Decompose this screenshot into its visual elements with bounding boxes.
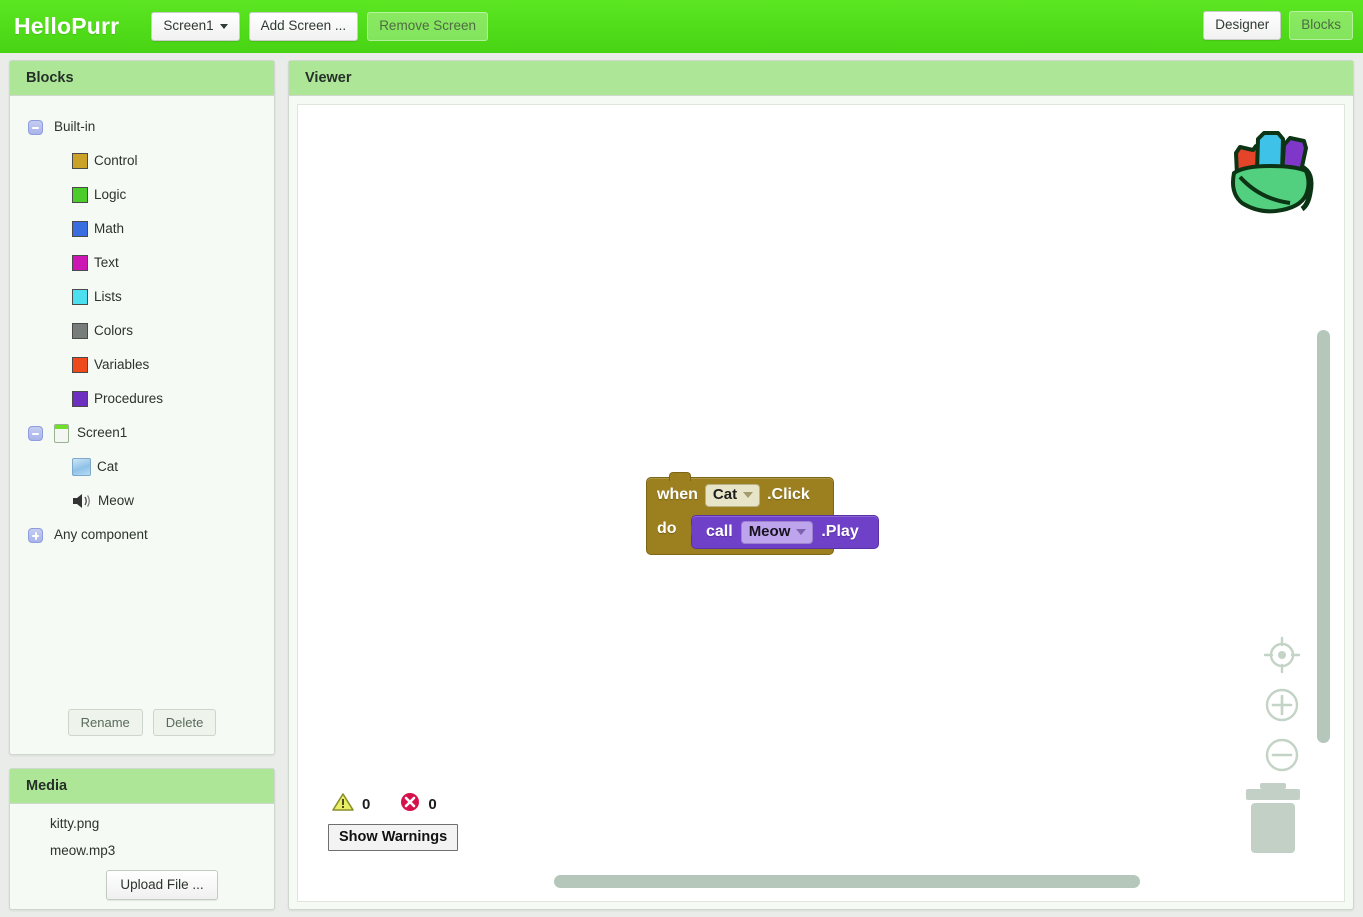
top-toolbar: HelloPurr Screen1 Add Screen ... Remove … bbox=[0, 0, 1363, 53]
list-item[interactable]: meow.mp3 bbox=[50, 843, 274, 858]
tree-item-label: Text bbox=[94, 255, 119, 271]
warning-count: 0 bbox=[362, 795, 371, 813]
viewer-panel-title: Viewer bbox=[289, 61, 1353, 96]
tree-item-screen1[interactable]: Screen1 bbox=[10, 416, 274, 450]
screen-controls: Screen1 Add Screen ... Remove Screen bbox=[151, 12, 488, 41]
control-swatch-icon bbox=[72, 153, 88, 169]
warning-triangle-icon bbox=[332, 792, 354, 817]
error-count: 0 bbox=[428, 795, 437, 813]
tree-item-meow[interactable]: Meow bbox=[10, 484, 274, 518]
delete-button[interactable]: Delete bbox=[152, 709, 217, 736]
do-label: do bbox=[657, 520, 677, 537]
call-meow-play-block[interactable]: call Meow .Play bbox=[691, 515, 879, 549]
method-name: .Play bbox=[821, 523, 859, 540]
screen-selector-label: Screen1 bbox=[163, 18, 214, 34]
blocks-button[interactable]: Blocks bbox=[1289, 11, 1353, 40]
tree-item-colors[interactable]: Colors bbox=[10, 314, 274, 348]
text-swatch-icon bbox=[72, 255, 88, 271]
lists-swatch-icon bbox=[72, 289, 88, 305]
upload-file-button[interactable]: Upload File ... bbox=[106, 870, 218, 900]
media-panel-title: Media bbox=[10, 769, 274, 804]
component-dropdown-label: Meow bbox=[748, 523, 791, 540]
tree-item-label: Meow bbox=[98, 493, 135, 509]
warning-indicator: 0 bbox=[332, 792, 370, 817]
call-keyword: call bbox=[706, 523, 733, 540]
tree-item-label: Screen1 bbox=[77, 425, 128, 441]
tree-item-text[interactable]: Text bbox=[10, 246, 274, 280]
tree-actions: Rename Delete bbox=[10, 709, 274, 736]
block-stack[interactable]: when Cat .Click do call Meow .Play bbox=[646, 472, 879, 555]
tree-item-label: Any component bbox=[54, 527, 148, 543]
collapse-icon[interactable] bbox=[28, 119, 43, 135]
tree-item-math[interactable]: Math bbox=[10, 212, 274, 246]
list-item[interactable]: kitty.png bbox=[50, 816, 274, 831]
procedures-swatch-icon bbox=[72, 391, 88, 407]
math-swatch-icon bbox=[72, 221, 88, 237]
when-block-header: when Cat .Click bbox=[647, 478, 833, 512]
mode-switch-group: Designer Blocks bbox=[1203, 11, 1353, 40]
remove-screen-button[interactable]: Remove Screen bbox=[367, 12, 488, 41]
tree-item-procedures[interactable]: Procedures bbox=[10, 382, 274, 416]
rename-button[interactable]: Rename bbox=[67, 709, 143, 736]
colors-swatch-icon bbox=[72, 323, 88, 339]
viewer-panel: Viewer when Cat .Click do call Meow .Pla… bbox=[288, 60, 1354, 910]
tree-item-label: Built-in bbox=[54, 119, 96, 135]
chevron-down-icon bbox=[219, 24, 228, 30]
component-dropdown-label: Cat bbox=[712, 486, 738, 503]
tree-item-label: Logic bbox=[94, 187, 127, 203]
tree-item-lists[interactable]: Lists bbox=[10, 280, 274, 314]
tree-item-label: Colors bbox=[94, 323, 134, 339]
tree-item-any-component[interactable]: Any component bbox=[10, 518, 274, 552]
tree-item-built-in[interactable]: Built-in bbox=[10, 110, 274, 144]
trash-icon[interactable] bbox=[1238, 779, 1308, 859]
expand-icon[interactable] bbox=[28, 527, 43, 543]
logic-swatch-icon bbox=[72, 187, 88, 203]
tree-item-label: Math bbox=[94, 221, 125, 237]
tree-item-label: Procedures bbox=[94, 391, 164, 407]
upload-button-wrap: Upload File ... bbox=[50, 870, 274, 900]
blocks-workspace-canvas[interactable]: when Cat .Click do call Meow .Play 0 0 S… bbox=[297, 104, 1345, 902]
tree-item-label: Control bbox=[94, 153, 138, 169]
media-file-list: kitty.png meow.mp3 Upload File ... bbox=[10, 804, 274, 900]
variables-swatch-icon bbox=[72, 357, 88, 373]
blocks-panel-title: Blocks bbox=[10, 61, 274, 96]
tree-item-label: Lists bbox=[94, 289, 122, 305]
zoom-out-icon[interactable] bbox=[1262, 735, 1302, 775]
image-component-icon bbox=[72, 458, 91, 476]
error-indicator: 0 bbox=[400, 792, 437, 817]
tree-item-cat[interactable]: Cat bbox=[10, 450, 274, 484]
sound-icon bbox=[72, 492, 92, 510]
warning-counts: 0 0 bbox=[328, 792, 458, 817]
collapse-icon[interactable] bbox=[28, 425, 43, 441]
add-screen-button[interactable]: Add Screen ... bbox=[248, 12, 359, 41]
vertical-scrollbar[interactable] bbox=[1317, 330, 1330, 743]
tree-item-logic[interactable]: Logic bbox=[10, 178, 274, 212]
screen-icon bbox=[54, 423, 69, 443]
blocks-panel: Blocks Built-in Control Logic Math Text … bbox=[9, 60, 275, 755]
horizontal-scrollbar[interactable] bbox=[554, 875, 1140, 888]
chevron-down-icon bbox=[743, 491, 754, 498]
error-circle-icon bbox=[400, 792, 420, 817]
show-warnings-button[interactable]: Show Warnings bbox=[328, 823, 459, 851]
component-dropdown[interactable]: Meow bbox=[740, 520, 814, 544]
tree-item-label: Variables bbox=[94, 357, 150, 373]
app-title: HelloPurr bbox=[14, 13, 120, 39]
tree-item-variables[interactable]: Variables bbox=[10, 348, 274, 382]
tree-item-label: Cat bbox=[97, 459, 119, 475]
media-panel: Media kitty.png meow.mp3 Upload File ... bbox=[9, 768, 275, 910]
warnings-area: 0 0 Show Warnings bbox=[328, 792, 459, 851]
chevron-down-icon bbox=[796, 528, 807, 535]
designer-button[interactable]: Designer bbox=[1203, 11, 1282, 40]
zoom-in-icon[interactable] bbox=[1262, 685, 1302, 725]
tree-item-control[interactable]: Control bbox=[10, 144, 274, 178]
zoom-controls bbox=[1262, 635, 1302, 775]
when-keyword: when bbox=[657, 486, 698, 503]
component-dropdown[interactable]: Cat bbox=[704, 483, 761, 507]
backpack-icon[interactable] bbox=[1220, 117, 1326, 223]
blocks-tree: Built-in Control Logic Math Text Lists C… bbox=[10, 96, 274, 552]
center-target-icon[interactable] bbox=[1262, 635, 1302, 675]
screen-selector-dropdown[interactable]: Screen1 bbox=[151, 12, 240, 41]
event-name: .Click bbox=[767, 486, 810, 503]
